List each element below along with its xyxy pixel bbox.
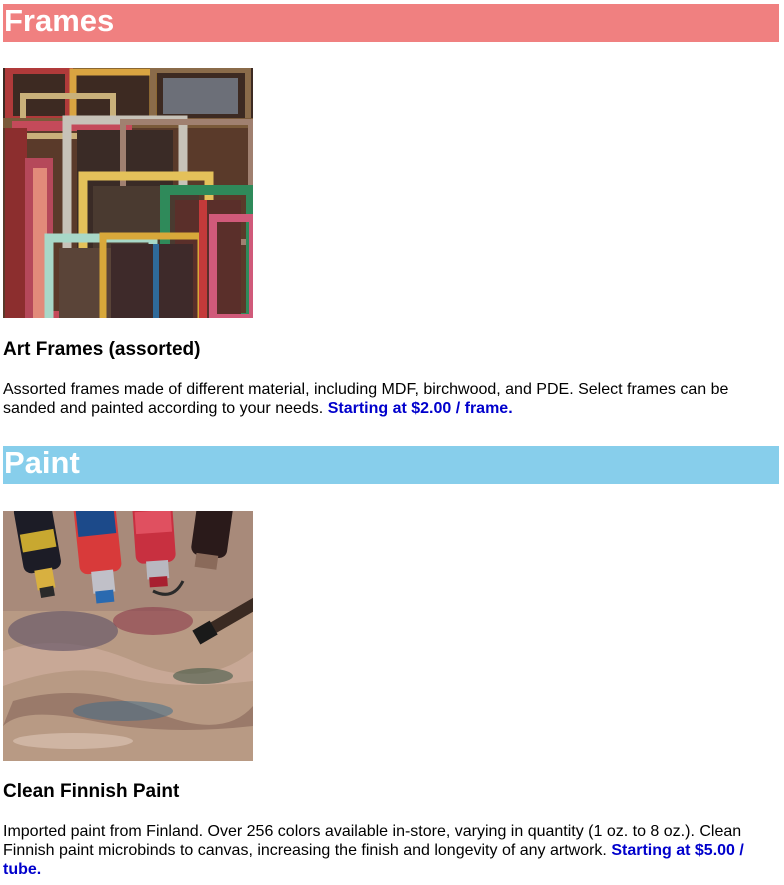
frames-photo: [3, 68, 253, 318]
paint-product-title: Clean Finnish Paint: [3, 781, 180, 802]
paint-product-description: Imported paint from Finland. Over 256 co…: [3, 822, 773, 879]
paint-section-header: Paint: [3, 446, 779, 484]
frames-product-title: Art Frames (assorted): [3, 339, 201, 360]
frames-price: Starting at $2.00 / frame.: [327, 400, 513, 417]
frames-product-description: Assorted frames made of different materi…: [3, 380, 773, 418]
paint-photo: [3, 511, 253, 761]
frames-section-header: Frames: [3, 4, 779, 42]
